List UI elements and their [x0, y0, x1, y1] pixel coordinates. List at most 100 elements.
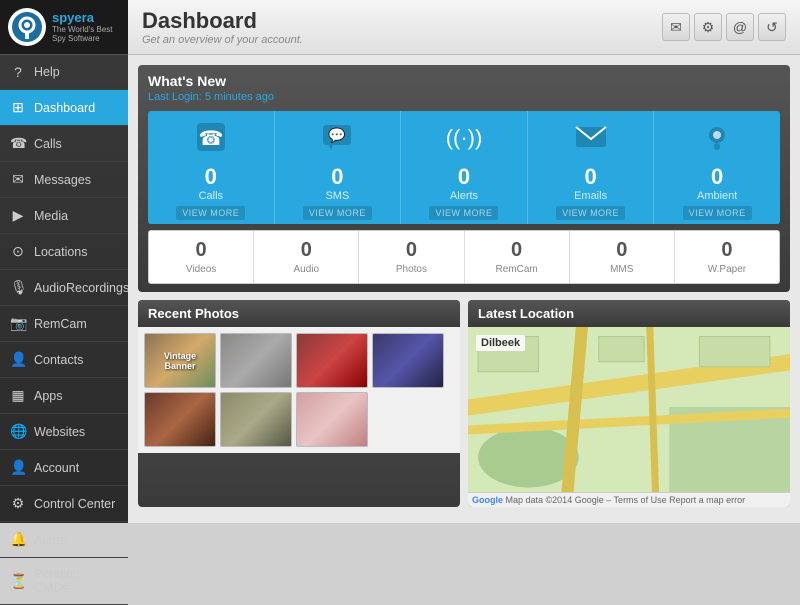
- photos-grid: VintageBanner: [138, 327, 460, 453]
- header-actions: ✉ ⚙ @ ↺: [662, 13, 786, 41]
- logo-area: spyera The World's Best Spy Software: [0, 0, 128, 55]
- sidebar-item-locations[interactable]: ⊙ Locations: [0, 234, 128, 270]
- sidebar-item-audiorecordings[interactable]: 🎙 AudioRecordings: [0, 270, 128, 306]
- at-header-button[interactable]: @: [726, 13, 754, 41]
- remcam-count: 0: [511, 239, 522, 262]
- audio-label: Audio: [293, 264, 319, 275]
- emails-stat-icon: [573, 119, 609, 162]
- page-subtitle: Get an overview of your account.: [142, 34, 303, 46]
- map-city-label: Dilbeek: [476, 335, 525, 351]
- stat-photos: 0 Photos: [359, 231, 464, 283]
- dashboard-content: What's New Last Login: 5 minutes ago ☎ 0…: [128, 55, 800, 523]
- dashboard-icon: ⊞: [10, 99, 26, 116]
- whats-new-section: What's New Last Login: 5 minutes ago ☎ 0…: [138, 65, 790, 292]
- ambient-viewmore-button[interactable]: VIEW MORE: [683, 206, 752, 220]
- sidebar-item-contacts[interactable]: 👤 Contacts: [0, 342, 128, 378]
- emails-stat-label: Emails: [574, 190, 607, 202]
- sidebar-item-dashboard[interactable]: ⊞ Dashboard: [0, 90, 128, 126]
- messages-icon: ✉: [10, 171, 26, 188]
- photo-thumb-5[interactable]: [144, 392, 216, 447]
- sidebar-item-pendingcmds[interactable]: ⏳ Pending CMDs: [0, 558, 128, 605]
- account-icon: 👤: [10, 459, 26, 476]
- calls-icon: ☎: [10, 135, 26, 152]
- audio-count: 0: [301, 239, 312, 262]
- google-logo: Google: [472, 495, 503, 505]
- sidebar-item-alerts[interactable]: 🔔 Alerts: [0, 522, 128, 558]
- pendingcmds-icon: ⏳: [10, 573, 26, 590]
- stat-alerts: ((·)) 0 Alerts VIEW MORE: [401, 111, 528, 224]
- ambient-stat-count: 0: [711, 164, 723, 190]
- sms-stat-icon: 💬: [319, 119, 355, 162]
- last-login-text: Last Login: 5 minutes ago: [148, 91, 780, 103]
- help-icon: ?: [10, 64, 26, 80]
- svg-text:☎: ☎: [198, 128, 223, 150]
- sidebar-item-remcam[interactable]: 📷 RemCam: [0, 306, 128, 342]
- stat-remcam: 0 RemCam: [465, 231, 570, 283]
- photo-thumb-1[interactable]: VintageBanner: [144, 333, 216, 388]
- photo-thumb-7[interactable]: [296, 392, 368, 447]
- mms-count: 0: [616, 239, 627, 262]
- alerts-icon: 🔔: [10, 531, 26, 548]
- small-stats-row: 0 Videos 0 Audio 0 Photos 0 RemCam 0 M: [148, 230, 780, 284]
- email-header-button[interactable]: ✉: [662, 13, 690, 41]
- stat-ambient: 0 Ambient VIEW MORE: [654, 111, 780, 224]
- logo-subtitle: The World's Best Spy Software: [52, 25, 120, 43]
- ambient-stat-label: Ambient: [697, 190, 737, 202]
- logo-text: spyera: [52, 11, 120, 25]
- photo-thumb-4[interactable]: [372, 333, 444, 388]
- refresh-header-button[interactable]: ↺: [758, 13, 786, 41]
- stat-wpaper: 0 W.Paper: [675, 231, 779, 283]
- wpaper-label: W.Paper: [708, 264, 746, 275]
- logo-icon: [8, 8, 46, 46]
- websites-icon: 🌐: [10, 423, 26, 440]
- sidebar-item-websites[interactable]: 🌐 Websites: [0, 414, 128, 450]
- photo-thumb-2[interactable]: [220, 333, 292, 388]
- sidebar-item-messages[interactable]: ✉ Messages: [0, 162, 128, 198]
- alerts-viewmore-button[interactable]: VIEW MORE: [429, 206, 498, 220]
- calls-viewmore-button[interactable]: VIEW MORE: [176, 206, 245, 220]
- videos-label: Videos: [186, 264, 216, 275]
- map-area[interactable]: Dilbeek: [468, 327, 790, 492]
- stat-emails: 0 Emails VIEW MORE: [528, 111, 655, 224]
- alerts-stat-icon: ((·)): [446, 119, 482, 162]
- sidebar-item-calls[interactable]: ☎ Calls: [0, 126, 128, 162]
- photo-thumb-3[interactable]: [296, 333, 368, 388]
- sms-stat-label: SMS: [325, 190, 349, 202]
- big-stats-row: ☎ 0 Calls VIEW MORE 💬: [148, 111, 780, 224]
- sidebar-item-help[interactable]: ? Help: [0, 55, 128, 90]
- map-svg: [468, 327, 790, 492]
- stat-videos: 0 Videos: [149, 231, 254, 283]
- audiorecordings-icon: 🎙: [10, 279, 26, 296]
- stat-sms: 💬 0 SMS VIEW MORE: [275, 111, 402, 224]
- map-footer: Google Map data ©2014 Google – Terms of …: [468, 492, 790, 507]
- photo-thumb-6[interactable]: [220, 392, 292, 447]
- whats-new-title: What's New: [148, 73, 780, 89]
- calls-stat-count: 0: [205, 164, 217, 190]
- alerts-stat-count: 0: [458, 164, 470, 190]
- latest-location-header: Latest Location: [468, 300, 790, 327]
- sidebar-item-apps[interactable]: ▦ Apps: [0, 378, 128, 414]
- emails-stat-count: 0: [584, 164, 596, 190]
- sidebar-item-controlcenter[interactable]: ⚙ Control Center: [0, 486, 128, 522]
- calls-stat-icon: ☎: [193, 119, 229, 162]
- recent-photos-section: Recent Photos VintageBanner: [138, 300, 460, 507]
- remcam-icon: 📷: [10, 315, 26, 332]
- calls-stat-label: Calls: [199, 190, 223, 202]
- alerts-stat-label: Alerts: [450, 190, 478, 202]
- recent-photos-header: Recent Photos: [138, 300, 460, 327]
- contacts-icon: 👤: [10, 351, 26, 368]
- page-title: Dashboard: [142, 8, 303, 34]
- emails-viewmore-button[interactable]: VIEW MORE: [556, 206, 625, 220]
- header: Dashboard Get an overview of your accoun…: [128, 0, 800, 55]
- sms-stat-count: 0: [331, 164, 343, 190]
- sidebar-item-media[interactable]: ▶ Media: [0, 198, 128, 234]
- sidebar-item-account[interactable]: 👤 Account: [0, 450, 128, 486]
- main-content: Dashboard Get an overview of your accoun…: [128, 0, 800, 523]
- videos-count: 0: [196, 239, 207, 262]
- sms-viewmore-button[interactable]: VIEW MORE: [303, 206, 372, 220]
- settings-header-button[interactable]: ⚙: [694, 13, 722, 41]
- mms-label: MMS: [610, 264, 633, 275]
- photos-count: 0: [406, 239, 417, 262]
- latest-location-section: Latest Location: [468, 300, 790, 507]
- media-icon: ▶: [10, 207, 26, 224]
